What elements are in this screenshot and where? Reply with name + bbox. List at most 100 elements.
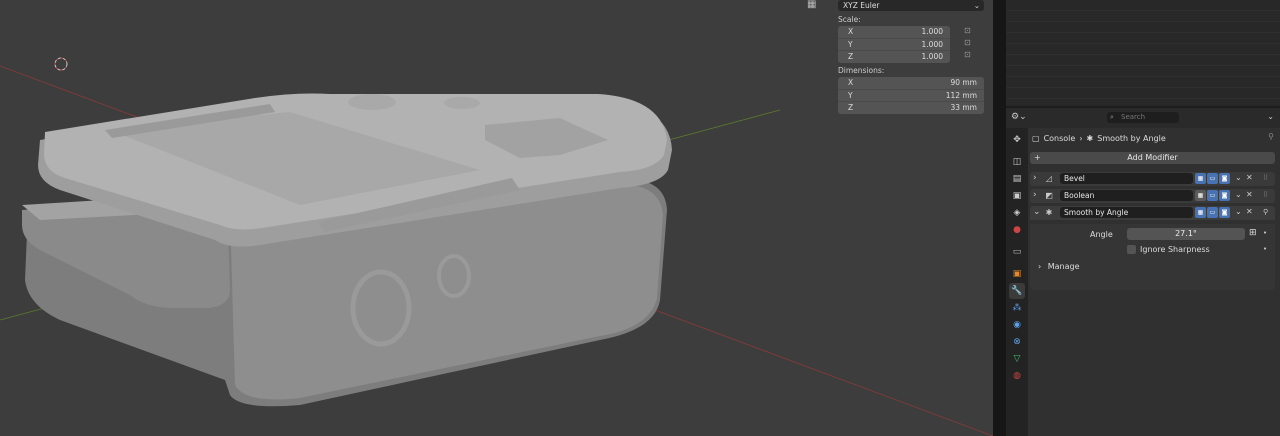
outliner-row <box>1006 66 1280 77</box>
lock-icon[interactable]: ⊡ <box>964 38 971 47</box>
chevron-down-icon[interactable]: ⌄ <box>1235 173 1242 182</box>
chevron-down-icon[interactable]: ⌄ <box>1033 207 1041 217</box>
modifier-toggles: ▦ ▭ ◙ <box>1195 173 1230 184</box>
scale-z-field[interactable]: Z 1.000 <box>838 50 950 63</box>
grid-icon[interactable]: ▦ <box>807 0 816 10</box>
world-tab-icon[interactable]: ● <box>1009 222 1025 238</box>
area-divider[interactable] <box>993 0 1006 436</box>
pin-icon[interactable]: ⚲ <box>1268 132 1274 141</box>
angle-label: Angle <box>1090 230 1113 239</box>
breadcrumb-object: Console <box>1043 133 1076 143</box>
tool-tab-icon[interactable]: ✥ <box>1009 132 1025 148</box>
ignore-sharpness-checkbox[interactable] <box>1127 245 1136 254</box>
material-tab-icon[interactable]: ◍ <box>1009 368 1025 384</box>
collection-tab-icon[interactable]: ▭ <box>1009 244 1025 260</box>
add-modifier-label: Add Modifier <box>1127 153 1178 162</box>
dimension-z-value: 33 mm <box>950 103 977 112</box>
chevron-down-icon[interactable]: ⌄ <box>1235 190 1242 199</box>
manage-label: Manage <box>1047 262 1080 271</box>
drag-handle-icon[interactable]: ⠿ <box>1263 191 1268 199</box>
lock-icon[interactable]: ⊡ <box>964 26 971 35</box>
dimension-x-value: 90 mm <box>950 78 977 87</box>
node-socket-icon[interactable]: ⊞ <box>1249 228 1257 238</box>
angle-field[interactable]: 27.1° <box>1127 228 1245 240</box>
render-icon[interactable]: ◙ <box>1219 207 1230 218</box>
axis-label: Z <box>848 52 854 61</box>
edit-mode-icon[interactable]: ▦ <box>1195 173 1206 184</box>
dimension-x-field[interactable]: X 90 mm <box>838 77 984 89</box>
physics-tab-icon[interactable]: ◉ <box>1009 317 1025 333</box>
modifier-tab-icon[interactable]: 🔧 <box>1009 283 1025 299</box>
render-tab-icon[interactable]: ◫ <box>1009 154 1025 170</box>
chevron-down-icon[interactable]: ⌄ <box>1267 112 1274 121</box>
axis-label: X <box>848 78 854 87</box>
viewport-display-icon[interactable]: ▭ <box>1207 207 1218 218</box>
keyframe-dot-icon[interactable]: • <box>1263 229 1267 237</box>
search-input[interactable]: ⌕ Search <box>1107 112 1179 123</box>
modifier-properties: ▢ Console › ✱ Smooth by Angle ⚲ + Add Mo… <box>1028 128 1280 436</box>
render-icon[interactable]: ◙ <box>1219 190 1230 201</box>
dimension-z-field[interactable]: Z 33 mm <box>838 101 984 114</box>
3d-cursor-icon[interactable] <box>54 57 68 71</box>
angle-value: 27.1° <box>1175 229 1197 238</box>
outliner-area[interactable] <box>1006 0 1280 106</box>
properties-editor: ⚙⌄ ⌕ Search ⌄ ✥ ◫ ▤ ▣ ◈ ● ▭ ▣ 🔧 ⁂ ◉ ⊗ ▽ … <box>1006 108 1280 436</box>
keyframe-dot-icon[interactable]: • <box>1263 245 1267 253</box>
dimensions-label: Dimensions: <box>838 66 885 75</box>
constraints-tab-icon[interactable]: ⊗ <box>1009 334 1025 350</box>
editor-type-icon[interactable]: ⚙⌄ <box>1011 112 1033 124</box>
render-icon[interactable]: ◙ <box>1219 173 1230 184</box>
scale-label: Scale: <box>838 15 861 24</box>
output-tab-icon[interactable]: ▤ <box>1009 171 1025 187</box>
plus-icon: + <box>1034 153 1041 162</box>
data-tab-icon[interactable]: ▽ <box>1009 351 1025 367</box>
manage-subpanel[interactable]: › Manage <box>1038 262 1080 271</box>
close-icon[interactable]: ✕ <box>1246 190 1253 199</box>
properties-tabs: ✥ ◫ ▤ ▣ ◈ ● ▭ ▣ 🔧 ⁂ ◉ ⊗ ▽ ◍ <box>1006 128 1028 436</box>
scene-tab-icon[interactable]: ◈ <box>1009 205 1025 221</box>
viewport-display-icon[interactable]: ▭ <box>1207 190 1218 201</box>
geometry-nodes-icon: ✱ <box>1086 133 1094 143</box>
chevron-right-icon[interactable]: › <box>1033 190 1037 200</box>
chevron-right-icon[interactable]: › <box>1033 173 1037 183</box>
ignore-sharpness-label: Ignore Sharpness <box>1140 245 1210 254</box>
object-tab-icon[interactable]: ▣ <box>1009 266 1025 282</box>
chevron-right-icon: › <box>1079 133 1083 143</box>
drag-handle-icon[interactable]: ⠿ <box>1263 174 1268 182</box>
modifier-name-field[interactable]: Smooth by Angle <box>1060 207 1193 218</box>
modifier-smooth-by-angle[interactable]: ⌄ ✱ Smooth by Angle ▦ ▭ ◙ ⌄ ✕ ⚲ <box>1030 206 1275 220</box>
breadcrumb-modifier: Smooth by Angle <box>1097 133 1166 143</box>
close-icon[interactable]: ✕ <box>1246 173 1253 182</box>
lock-icon[interactable]: ⊡ <box>964 50 971 59</box>
transform-panel: XYZ Euler ⌄ Scale: X 1.000 Y 1.000 Z 1.0… <box>838 0 984 116</box>
console-model[interactable] <box>22 93 672 407</box>
pin-icon[interactable]: ⚲ <box>1263 208 1268 216</box>
outliner-row <box>1006 77 1280 88</box>
3d-viewport[interactable]: ▦ XYZ Euler ⌄ Scale: X 1.000 Y 1.000 Z 1… <box>0 0 993 436</box>
object-icon: ▢ <box>1032 133 1040 143</box>
chevron-right-icon: › <box>1038 262 1042 271</box>
modifier-name-field[interactable]: Bevel <box>1060 173 1193 184</box>
axis-label: X <box>848 27 854 36</box>
modifier-name-field[interactable]: Boolean <box>1060 190 1193 201</box>
modifier-toggles: ▦ ▭ ◙ <box>1195 190 1230 201</box>
outliner-row <box>1006 11 1280 22</box>
add-modifier-button[interactable]: + Add Modifier <box>1030 152 1275 164</box>
boolean-icon: ◩ <box>1045 191 1053 200</box>
modifier-boolean[interactable]: › ◩ Boolean ▦ ▭ ◙ ⌄ ✕ ⠿ <box>1030 189 1275 203</box>
modifier-bevel[interactable]: › ◿ Bevel ▦ ▭ ◙ ⌄ ✕ ⠿ <box>1030 172 1275 186</box>
scale-x-field[interactable]: X 1.000 <box>838 26 950 38</box>
edit-mode-icon[interactable]: ▦ <box>1195 190 1206 201</box>
properties-header: ⚙⌄ ⌕ Search ⌄ <box>1006 108 1280 128</box>
view-layer-tab-icon[interactable]: ▣ <box>1009 188 1025 204</box>
chevron-down-icon[interactable]: ⌄ <box>1235 207 1242 216</box>
edit-mode-icon[interactable]: ▦ <box>1195 207 1206 218</box>
rotation-mode-value: XYZ Euler <box>843 1 880 10</box>
search-icon: ⌕ <box>1110 113 1114 121</box>
smooth-by-angle-panel: Angle 27.1° ⊞ • Ignore Sharpness • › Man… <box>1030 224 1275 290</box>
outliner-row <box>1006 22 1280 33</box>
particles-tab-icon[interactable]: ⁂ <box>1009 300 1025 316</box>
close-icon[interactable]: ✕ <box>1246 207 1253 216</box>
viewport-display-icon[interactable]: ▭ <box>1207 173 1218 184</box>
rotation-mode-select[interactable]: XYZ Euler ⌄ <box>838 0 984 11</box>
